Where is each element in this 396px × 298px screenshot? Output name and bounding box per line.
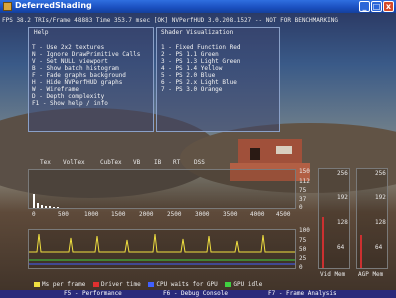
app-icon — [3, 2, 12, 11]
timing-graph — [28, 229, 296, 269]
histogram-x-label: 1500 — [111, 211, 126, 218]
help-item: F1 - Show help / info — [32, 100, 108, 107]
histogram-bar — [53, 207, 55, 208]
histogram-x-label: 0 — [32, 211, 36, 218]
column-label-dss: DSS — [194, 159, 205, 166]
frame-analysis-tab[interactable]: F7 - Frame Analysis — [268, 290, 337, 297]
agp-mem-scale: 128 — [375, 219, 386, 226]
column-label-ib: IB — [154, 159, 162, 166]
legend-swatch — [225, 282, 232, 287]
histogram-x-label: 2000 — [139, 211, 154, 218]
column-label-vb: VB — [133, 159, 141, 166]
help-header: Help — [34, 29, 49, 36]
agp-mem-scale: 192 — [375, 194, 386, 201]
function-key-bar: F5 - Performance F6 - Debug Console F7 -… — [0, 290, 396, 298]
timing-y-label: 25 — [299, 255, 307, 262]
histogram-bar — [49, 206, 51, 208]
vid-mem-label: Vid Mem — [320, 271, 346, 278]
shader-header: Shader Visualization — [161, 29, 234, 36]
graph-legend: Ms per frame Driver time CPU waits for G… — [30, 281, 262, 289]
histogram-x-label: 3000 — [195, 211, 210, 218]
shader-item: 7 - PS 3.0 Orange — [161, 86, 223, 93]
help-item: N - Ignore DrawPrimitive Calls — [32, 51, 141, 58]
shader-visualization-panel: Shader Visualization 1 - Fixed Function … — [156, 27, 280, 132]
legend-label: CPU waits for GPU — [156, 281, 218, 288]
histogram-bar — [37, 203, 39, 208]
agp-mem-label: AGP Mem — [358, 271, 384, 278]
vid-mem-scale: 128 — [337, 219, 348, 226]
agp-mem-scale: 64 — [375, 244, 383, 251]
help-item: D - Depth complexity — [32, 93, 105, 100]
legend-swatch — [148, 282, 155, 287]
hud-status-line: FPS 38.2 TRIs/Frame 48883 Time 353.7 mse… — [2, 17, 338, 24]
column-label-cubtex: CubTex — [100, 159, 122, 166]
app-window: DeferredShading _ □ x FPS 38.2 TRIs/Fram… — [0, 0, 396, 298]
histogram-y-label: 37 — [299, 196, 307, 203]
agp-mem-scale: 256 — [375, 170, 386, 177]
building-window — [250, 148, 260, 160]
shader-item: 6 - PS 2.x Light Blue — [161, 79, 237, 86]
minimize-button[interactable]: _ — [359, 1, 370, 12]
legend-label: Driver time — [100, 281, 141, 288]
legend-label: Ms per frame — [42, 281, 86, 288]
histogram-x-label: 4000 — [250, 211, 265, 218]
legend-label: GPU idle — [233, 281, 263, 288]
histogram-x-label: 2500 — [167, 211, 182, 218]
histogram-y-label: 112 — [299, 178, 310, 185]
shader-item: 4 - PS 1.4 Yellow — [161, 65, 223, 72]
render-viewport[interactable]: FPS 38.2 TRIs/Frame 48883 Time 353.7 mse… — [0, 13, 396, 298]
help-item: B - Show batch histogram — [32, 65, 119, 72]
timing-y-label: 100 — [299, 227, 310, 234]
debug-console-tab[interactable]: F6 - Debug Console — [163, 290, 228, 297]
histogram-y-label: 150 — [299, 168, 310, 175]
histogram-x-label: 500 — [58, 211, 69, 218]
vid-mem-scale: 256 — [337, 170, 348, 177]
shader-item: 2 - PS 1.1 Green — [161, 51, 219, 58]
timing-y-label: 75 — [299, 237, 307, 244]
vid-mem-scale: 192 — [337, 194, 348, 201]
timing-y-label: 50 — [299, 246, 307, 253]
legend-swatch — [34, 282, 40, 287]
shader-item: 5 - PS 2.0 Blue — [161, 72, 216, 79]
maximize-button[interactable]: □ — [371, 1, 382, 12]
video-memory-fill — [322, 217, 324, 268]
batch-histogram — [28, 169, 296, 209]
histogram-y-label: 0 — [299, 204, 303, 211]
histogram-bar — [33, 194, 35, 208]
histogram-bar — [41, 205, 43, 208]
histogram-bar — [57, 207, 59, 208]
close-button[interactable]: x — [383, 1, 394, 12]
help-panel: Help T - Use 2x2 textures N - Ignore Dra… — [28, 27, 154, 132]
title-bar[interactable]: DeferredShading _ □ x — [0, 0, 396, 13]
agp-memory-fill — [360, 235, 362, 268]
help-item: T - Use 2x2 textures — [32, 44, 105, 51]
histogram-x-label: 4500 — [276, 211, 291, 218]
shader-item: 1 - Fixed Function Red — [161, 44, 241, 51]
histogram-x-label: 1000 — [84, 211, 99, 218]
legend-swatch — [92, 282, 99, 287]
ms-per-frame-line — [29, 233, 295, 253]
histogram-y-label: 75 — [299, 187, 307, 194]
vid-mem-scale: 64 — [337, 244, 345, 251]
window-title: DeferredShading — [15, 1, 92, 10]
help-item: W - Wireframe — [32, 86, 79, 93]
timing-graph-svg — [29, 233, 295, 265]
help-item: F - Fade graphs background — [32, 72, 126, 79]
building-sign — [276, 146, 292, 154]
column-label-voltex: VolTex — [63, 159, 85, 166]
histogram-x-label: 3500 — [223, 211, 238, 218]
help-item: H - Hide NVPerfHUD graphs — [32, 79, 123, 86]
help-item: V - Set NULL viewport — [32, 58, 108, 65]
timing-y-label: 0 — [299, 264, 303, 271]
performance-tab[interactable]: F5 - Performance — [64, 290, 122, 297]
column-label-rt: RT — [173, 159, 181, 166]
column-label-tex: Tex — [40, 159, 51, 166]
shader-item: 3 - PS 1.3 Light Green — [161, 58, 241, 65]
histogram-bar — [45, 206, 47, 208]
